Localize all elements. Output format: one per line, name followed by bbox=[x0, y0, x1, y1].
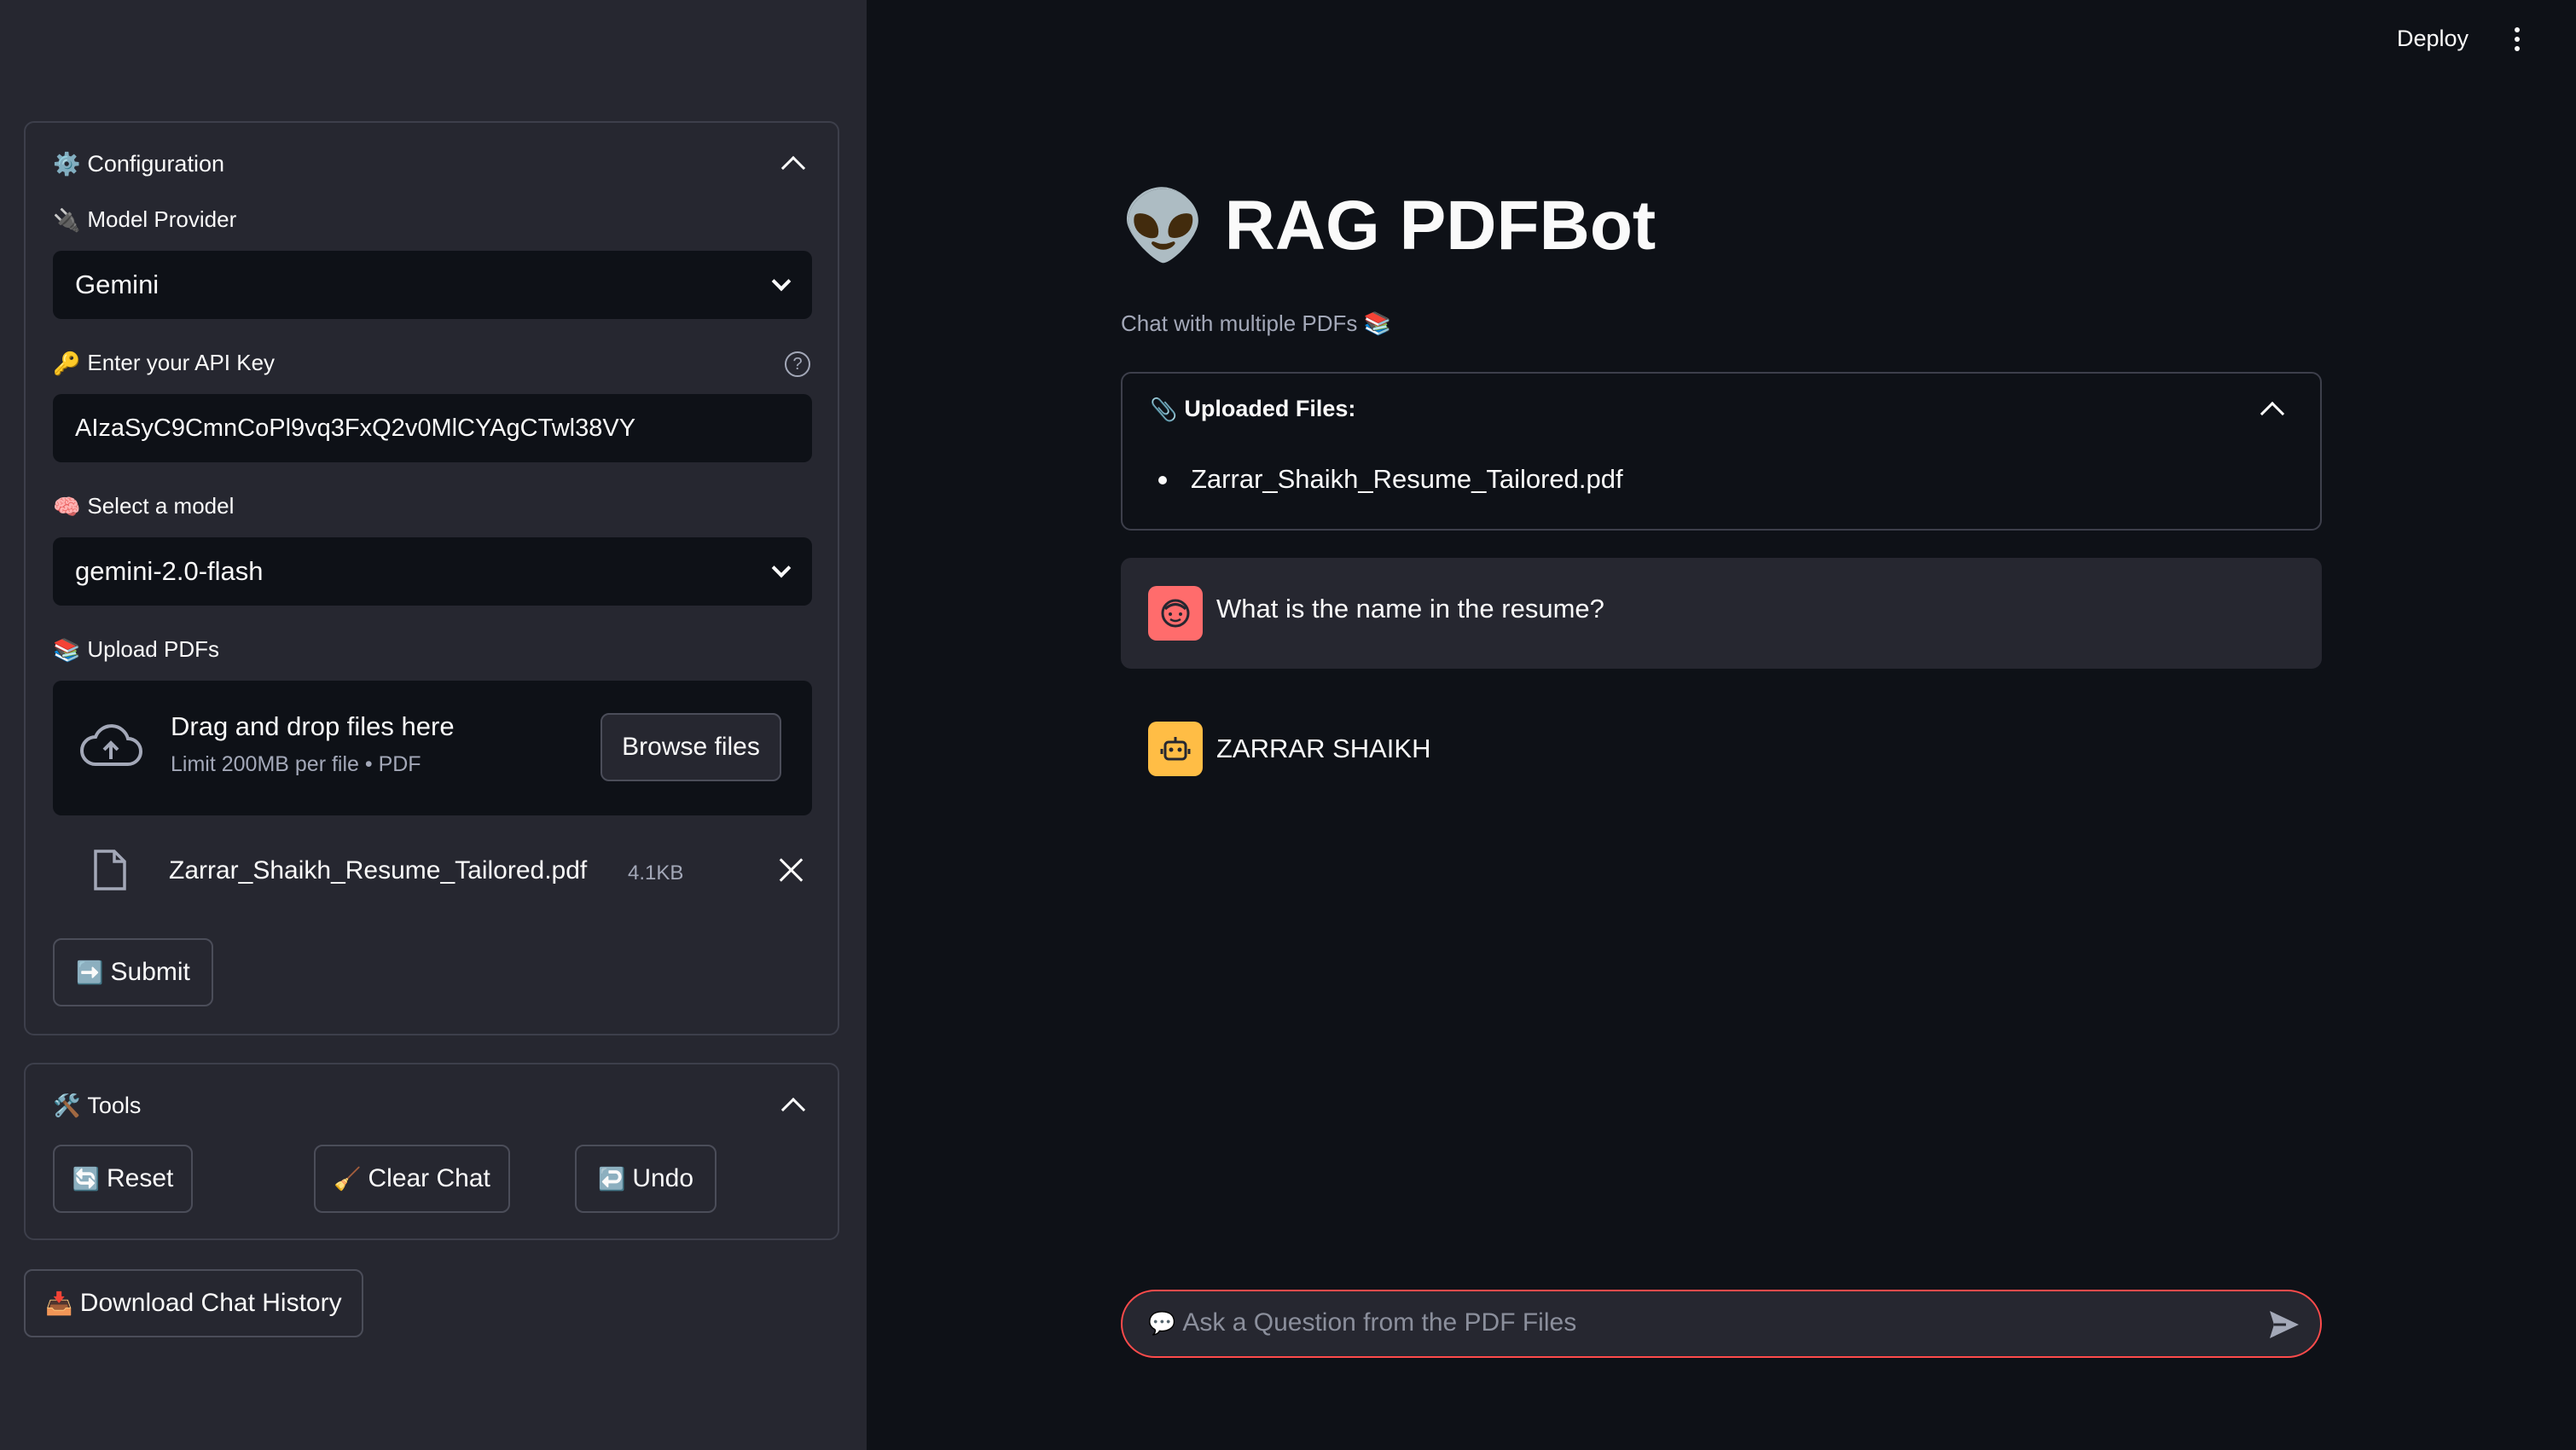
brain-icon: 🧠 bbox=[53, 493, 81, 519]
remove-file-icon[interactable] bbox=[778, 856, 805, 884]
reset-label: Reset bbox=[107, 1164, 174, 1192]
submit-label: Submit bbox=[110, 958, 190, 986]
list-item: Zarrar_Shaikh_Resume_Tailored.pdf bbox=[1158, 464, 1623, 494]
hammer-wrench-icon: 🛠️ bbox=[53, 1093, 81, 1118]
api-key-label-text: Enter your API Key bbox=[87, 350, 276, 375]
uploaded-files-header[interactable]: 📎 Uploaded Files: bbox=[1150, 396, 2289, 426]
assistant-avatar-icon bbox=[1148, 722, 1203, 776]
page-title: 👽 RAG PDFBot bbox=[1121, 186, 1656, 266]
configuration-panel: ⚙️ Configuration 🔌 Model Provider Gemini… bbox=[24, 121, 839, 1035]
user-message-text: What is the name in the resume? bbox=[1216, 594, 1604, 624]
uploaded-files-expander: 📎 Uploaded Files: Zarrar_Shaikh_Resume_T… bbox=[1121, 372, 2322, 531]
model-provider-value: Gemini bbox=[75, 270, 160, 299]
books-icon: 📚 bbox=[53, 636, 81, 663]
model-value: gemini-2.0-flash bbox=[75, 556, 264, 586]
undo-button[interactable]: ↩️ Undo bbox=[575, 1145, 717, 1213]
right-arrow-icon: ➡️ bbox=[76, 960, 104, 985]
paperclip-icon: 📎 bbox=[1150, 396, 1178, 422]
chat-input[interactable]: 💬 Ask a Question from the PDF Files bbox=[1121, 1290, 2322, 1358]
alien-icon: 👽 bbox=[1121, 188, 1206, 264]
browse-files-button[interactable]: Browse files bbox=[600, 713, 781, 781]
model-label: 🧠 Select a model bbox=[53, 493, 234, 519]
upload-label: 📚 Upload PDFs bbox=[53, 636, 219, 663]
chevron-down-icon bbox=[771, 558, 792, 578]
dropzone-limit: Limit 200MB per file • PDF bbox=[171, 752, 421, 776]
clear-chat-label: Clear Chat bbox=[368, 1164, 490, 1192]
download-label: Download Chat History bbox=[79, 1289, 342, 1317]
file-icon bbox=[94, 850, 126, 890]
tools-header[interactable]: 🛠️ Tools bbox=[53, 1088, 810, 1122]
chevron-up-icon[interactable] bbox=[780, 155, 806, 181]
user-avatar-icon bbox=[1148, 586, 1203, 641]
file-dropzone[interactable]: Drag and drop files here Limit 200MB per… bbox=[53, 681, 812, 815]
tools-title: Tools bbox=[87, 1092, 142, 1118]
configuration-header[interactable]: ⚙️ Configuration bbox=[53, 147, 810, 181]
download-chat-history-button[interactable]: 📥 Download Chat History bbox=[24, 1269, 363, 1337]
uploaded-file-name: Zarrar_Shaikh_Resume_Tailored.pdf bbox=[169, 856, 588, 884]
configuration-title: Configuration bbox=[87, 150, 224, 177]
chevron-up-icon[interactable] bbox=[780, 1097, 806, 1122]
cloud-upload-icon bbox=[80, 724, 142, 766]
chevron-up-icon[interactable] bbox=[2260, 401, 2285, 426]
key-icon: 🔑 bbox=[53, 350, 81, 376]
submit-button[interactable]: ➡️ Submit bbox=[53, 938, 213, 1006]
api-key-field[interactable] bbox=[53, 394, 812, 462]
uploaded-file-row: Zarrar_Shaikh_Resume_Tailored.pdf 4.1KB bbox=[53, 838, 812, 906]
undo-label: Undo bbox=[632, 1164, 694, 1192]
plug-icon: 🔌 bbox=[53, 206, 81, 233]
sidebar: ⚙️ Configuration 🔌 Model Provider Gemini… bbox=[0, 0, 867, 1450]
gear-icon: ⚙️ bbox=[53, 151, 81, 177]
reset-button[interactable]: 🔄 Reset bbox=[53, 1145, 193, 1213]
model-select[interactable]: gemini-2.0-flash bbox=[53, 537, 812, 606]
chevron-down-icon bbox=[771, 271, 792, 292]
chat-message-user: What is the name in the resume? bbox=[1121, 558, 2322, 669]
page-title-text: RAG PDFBot bbox=[1224, 187, 1656, 264]
help-icon[interactable]: ? bbox=[785, 351, 810, 377]
uploaded-files-title: Uploaded Files: bbox=[1184, 396, 1356, 421]
page-subtitle: Chat with multiple PDFs 📚 bbox=[1121, 310, 1392, 336]
download-tray-icon: 📥 bbox=[45, 1290, 73, 1316]
model-provider-label-text: Model Provider bbox=[87, 206, 237, 232]
refresh-icon: 🔄 bbox=[72, 1166, 100, 1192]
broom-icon: 🧹 bbox=[334, 1166, 362, 1192]
assistant-message-text: ZARRAR SHAIKH bbox=[1216, 734, 1431, 763]
api-key-label: 🔑 Enter your API Key bbox=[53, 350, 275, 376]
dropzone-title: Drag and drop files here bbox=[171, 711, 455, 741]
speech-bubble-icon: 💬 bbox=[1148, 1310, 1176, 1336]
chat-input-placeholder: Ask a Question from the PDF Files bbox=[1182, 1308, 1577, 1337]
model-label-text: Select a model bbox=[87, 493, 235, 519]
upload-label-text: Upload PDFs bbox=[87, 636, 219, 662]
more-options-icon[interactable] bbox=[2515, 27, 2521, 55]
deploy-button[interactable]: Deploy bbox=[2397, 26, 2469, 52]
undo-icon: ↩️ bbox=[597, 1166, 626, 1192]
tools-panel: 🛠️ Tools 🔄 Reset 🧹 Clear Chat ↩️ Undo bbox=[24, 1063, 839, 1240]
model-provider-select[interactable]: Gemini bbox=[53, 251, 812, 319]
clear-chat-button[interactable]: 🧹 Clear Chat bbox=[314, 1145, 510, 1213]
send-icon[interactable] bbox=[2267, 1308, 2301, 1341]
uploaded-file-size: 4.1KB bbox=[628, 861, 684, 884]
model-provider-label: 🔌 Model Provider bbox=[53, 206, 236, 233]
